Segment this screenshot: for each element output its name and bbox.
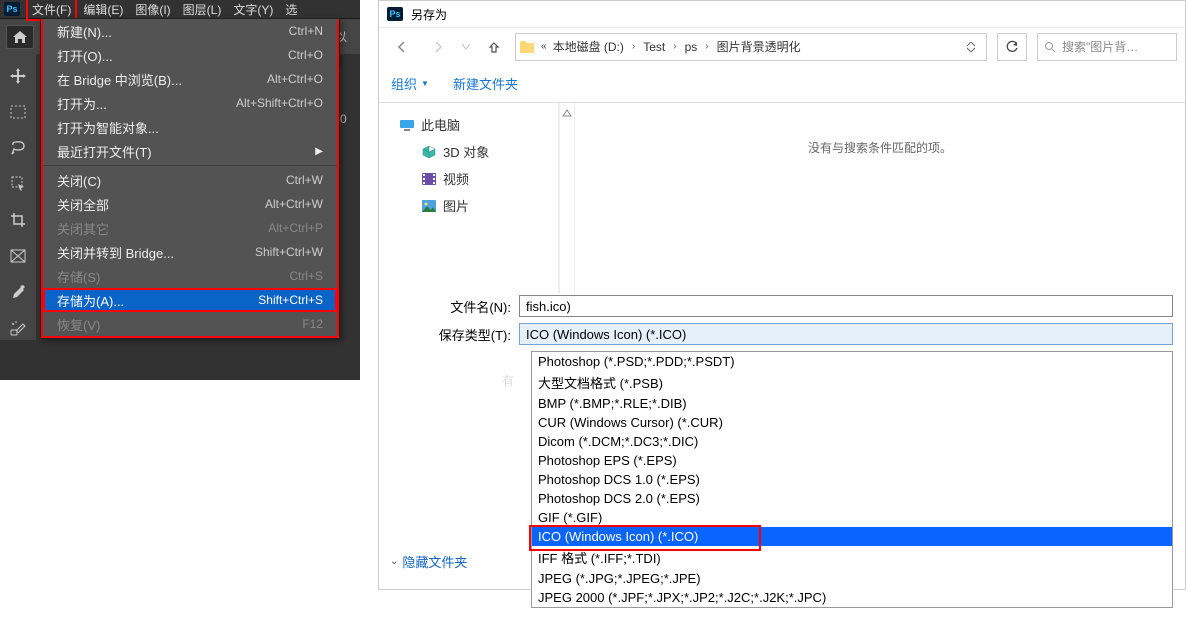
frame-tool-icon[interactable]: [6, 244, 30, 268]
dialog-titlebar: Ps 另存为: [379, 1, 1185, 27]
save-fields: 文件名(N): fish.ico) 保存类型(T): ICO (Windows …: [379, 293, 1185, 618]
folder-tree[interactable]: 此电脑 3D 对象 视频 图片: [379, 103, 559, 293]
filetype-option[interactable]: GIF (*.GIF): [532, 508, 1172, 527]
nav-back-icon[interactable]: [387, 34, 417, 60]
refresh-button[interactable]: [997, 33, 1027, 61]
eyedropper-tool-icon[interactable]: [6, 280, 30, 304]
empty-results-text: 没有与搜索条件匹配的项。: [808, 139, 952, 156]
filetype-option[interactable]: Photoshop EPS (*.EPS): [532, 451, 1172, 470]
move-tool-icon[interactable]: [6, 64, 30, 88]
file-menu-item[interactable]: 新建(N)...Ctrl+N: [43, 19, 337, 43]
filetype-option[interactable]: JPEG (*.JPG;*.JPEG;*.JPE): [532, 569, 1172, 588]
file-menu-item-save-as[interactable]: 存储为(A)...Shift+Ctrl+S: [43, 288, 337, 312]
file-menu-item[interactable]: 在 Bridge 中浏览(B)...Alt+Ctrl+O: [43, 67, 337, 91]
submenu-arrow-icon: ▶: [315, 146, 323, 157]
file-menu-item: 关闭其它Alt+Ctrl+P: [43, 216, 337, 240]
dialog-body: 此电脑 3D 对象 视频 图片 没有与搜索条件匹配的项。: [379, 103, 1185, 293]
menu-image[interactable]: 图像(I): [129, 0, 176, 19]
folder-icon: [520, 41, 534, 53]
filetype-option[interactable]: Photoshop DCS 2.0 (*.EPS): [532, 489, 1172, 508]
filetype-label: 保存类型(T):: [391, 325, 511, 344]
hide-folders-toggle[interactable]: ⌄ 隐藏文件夹: [390, 552, 467, 571]
partial-text: 有: [502, 372, 514, 389]
chevron-down-icon: ⌄: [390, 556, 398, 567]
computer-icon: [399, 118, 415, 132]
tree-item-this-pc[interactable]: 此电脑: [397, 111, 554, 138]
breadcrumb-segment[interactable]: Test: [643, 40, 665, 54]
file-menu-item[interactable]: 打开为...Alt+Shift+Ctrl+O: [43, 91, 337, 115]
lasso-tool-icon[interactable]: [6, 136, 30, 160]
nav-bar: « 本地磁盘 (D:) › Test › ps › 图片背景透明化 搜索"图片背…: [379, 27, 1185, 65]
file-menu-item: 存储(S)Ctrl+S: [43, 264, 337, 288]
file-menu-item: 恢复(V)F12: [43, 312, 337, 336]
breadcrumb-segment[interactable]: ps: [685, 40, 698, 54]
nav-up-icon[interactable]: [479, 34, 509, 60]
filetype-option[interactable]: JPEG 2000 (*.JPF;*.JPX;*.JP2;*.J2C;*.J2K…: [532, 588, 1172, 607]
chevron-right-icon: ›: [673, 41, 676, 52]
toolbar: [0, 54, 36, 340]
tree-item-videos[interactable]: 视频: [419, 165, 554, 192]
filetype-combo[interactable]: ICO (Windows Icon) (*.ICO): [519, 323, 1173, 345]
chevron-right-icon: ›: [705, 41, 708, 52]
breadcrumb-segment[interactable]: 图片背景透明化: [717, 38, 801, 55]
breadcrumb-segment[interactable]: 本地磁盘 (D:): [553, 38, 624, 55]
menu-layer[interactable]: 图层(L): [177, 0, 228, 19]
file-menu-dropdown: 新建(N)...Ctrl+N打开(O)...Ctrl+O在 Bridge 中浏览…: [40, 18, 340, 339]
cube-icon: [421, 145, 437, 159]
organize-button[interactable]: 组织▼: [391, 74, 429, 93]
filetype-option[interactable]: ICO (Windows Icon) (*.ICO): [532, 527, 1172, 546]
menu-edit[interactable]: 编辑(E): [77, 0, 129, 19]
quick-select-tool-icon[interactable]: [6, 172, 30, 196]
marquee-tool-icon[interactable]: [6, 100, 30, 124]
menu-select-truncated[interactable]: 选: [279, 0, 303, 19]
tree-item-pictures[interactable]: 图片: [419, 192, 554, 219]
crop-tool-icon[interactable]: [6, 208, 30, 232]
menu-separator: [43, 165, 337, 166]
dialog-toolbar: 组织▼ 新建文件夹: [379, 65, 1185, 103]
filetype-option[interactable]: IFF 格式 (*.IFF;*.TDI): [532, 546, 1172, 569]
filetype-option[interactable]: CUR (Windows Cursor) (*.CUR): [532, 413, 1172, 432]
breadcrumb-dropdown-icon[interactable]: [960, 42, 982, 52]
menu-type[interactable]: 文字(Y): [227, 0, 279, 19]
nav-forward-icon[interactable]: [423, 34, 453, 60]
filetype-option[interactable]: Photoshop (*.PSD;*.PDD;*.PSDT): [532, 352, 1172, 371]
file-menu-item[interactable]: 最近打开文件(T)▶: [43, 139, 337, 163]
file-menu-item[interactable]: 关闭全部Alt+Ctrl+W: [43, 192, 337, 216]
filetype-option[interactable]: Photoshop DCS 1.0 (*.EPS): [532, 470, 1172, 489]
home-icon[interactable]: [6, 25, 34, 49]
file-menu-item[interactable]: 关闭(C)Ctrl+W: [43, 168, 337, 192]
file-menu-item[interactable]: 关闭并转到 Bridge...Shift+Ctrl+W: [43, 240, 337, 264]
filetype-option[interactable]: BMP (*.BMP;*.RLE;*.DIB): [532, 394, 1172, 413]
results-pane: 没有与搜索条件匹配的项。: [575, 103, 1185, 293]
chevron-right-icon: ›: [632, 41, 635, 52]
picture-icon: [421, 199, 437, 213]
file-menu-item[interactable]: 打开(O)...Ctrl+O: [43, 43, 337, 67]
search-icon: [1044, 41, 1056, 53]
search-input[interactable]: 搜索"图片背…: [1037, 33, 1177, 61]
breadcrumb-path[interactable]: « 本地磁盘 (D:) › Test › ps › 图片背景透明化: [515, 33, 987, 61]
dialog-title: 另存为: [411, 6, 447, 23]
nav-recent-dropdown-icon[interactable]: [459, 34, 473, 60]
filetype-dropdown-list[interactable]: Photoshop (*.PSD;*.PDD;*.PSDT)大型文档格式 (*.…: [531, 351, 1173, 608]
menubar: Ps 文件(F) 编辑(E) 图像(I) 图层(L) 文字(Y) 选: [0, 0, 360, 18]
filename-input[interactable]: fish.ico): [519, 295, 1173, 317]
healing-tool-icon[interactable]: [6, 316, 30, 340]
options-right-text: 0: [340, 112, 347, 126]
file-menu-item[interactable]: 打开为智能对象...: [43, 115, 337, 139]
search-placeholder: 搜索"图片背…: [1062, 38, 1138, 55]
filename-label: 文件名(N):: [391, 297, 511, 316]
save-as-dialog: Ps 另存为 « 本地磁盘 (D:) › Test › ps › 图片背景透明化: [378, 0, 1186, 590]
scroll-up-icon[interactable]: [559, 103, 575, 293]
caret-down-icon: ▼: [421, 79, 429, 88]
tree-item-3d-objects[interactable]: 3D 对象: [419, 138, 554, 165]
video-icon: [421, 172, 437, 186]
new-folder-button[interactable]: 新建文件夹: [453, 74, 518, 93]
ps-logo-icon: Ps: [387, 7, 403, 21]
filetype-option[interactable]: Dicom (*.DCM;*.DC3;*.DIC): [532, 432, 1172, 451]
filetype-option[interactable]: 大型文档格式 (*.PSB): [532, 371, 1172, 394]
ps-logo-icon: Ps: [4, 2, 20, 16]
